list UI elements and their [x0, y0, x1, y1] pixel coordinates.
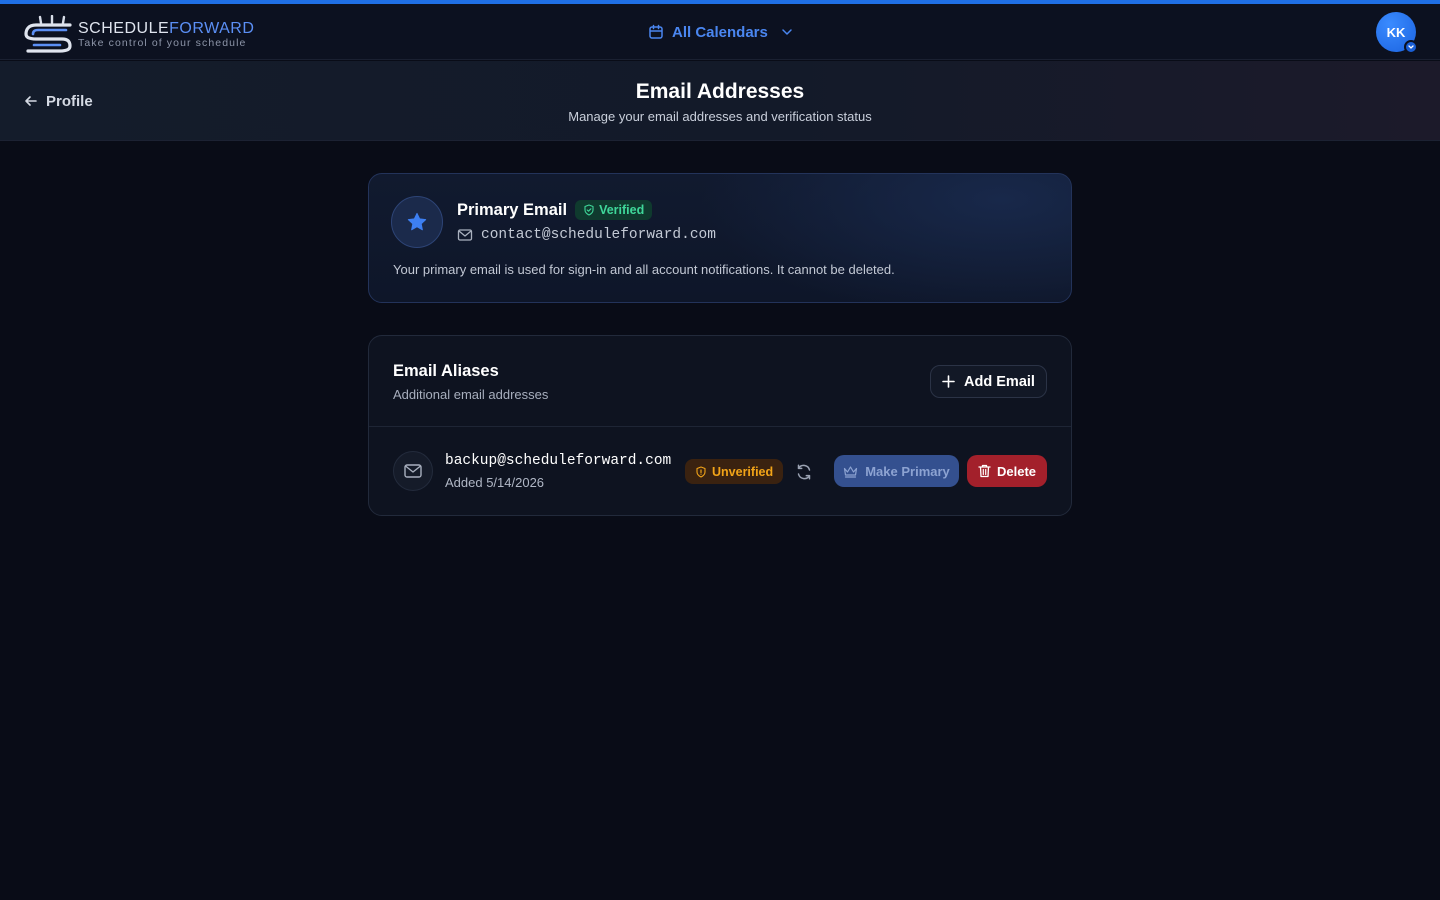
avatar-menu-chevron-icon	[1404, 40, 1418, 54]
trash-icon	[978, 464, 991, 478]
shield-check-icon	[584, 204, 594, 216]
calendar-icon	[649, 24, 663, 39]
plus-icon	[942, 375, 955, 388]
aliases-title: Email Aliases	[393, 362, 499, 380]
primary-email-card: Primary Email Verified contact@schedulef…	[368, 173, 1072, 303]
delete-button[interactable]: Delete	[967, 455, 1047, 487]
mail-icon	[457, 229, 473, 241]
calendar-switcher[interactable]: All Calendars	[648, 22, 794, 42]
unverified-badge: Unverified	[685, 459, 784, 484]
email-aliases-card: Email Aliases Additional email addresses…	[368, 335, 1072, 516]
star-icon	[391, 196, 443, 248]
primary-email-note: Your primary email is used for sign-in a…	[393, 262, 895, 277]
make-primary-button[interactable]: Make Primary	[834, 455, 959, 487]
verified-badge: Verified	[575, 200, 653, 220]
page-subtitle: Manage your email addresses and verifica…	[568, 109, 872, 124]
app-logo[interactable]: SCHEDULEFORWARD Take control of your sch…	[22, 14, 254, 54]
alias-added-date: Added 5/14/2026	[445, 475, 545, 490]
resend-verification-button[interactable]	[792, 461, 816, 483]
unverified-badge-label: Unverified	[712, 464, 774, 479]
refresh-icon	[797, 464, 811, 480]
aliases-subtitle: Additional email addresses	[393, 387, 549, 402]
user-avatar[interactable]: KK	[1376, 12, 1418, 54]
delete-label: Delete	[996, 463, 1037, 479]
calendar-switcher-label: All Calendars	[672, 23, 768, 41]
page-title: Email Addresses	[635, 80, 805, 103]
aliases-header: Email Aliases Additional email addresses…	[369, 336, 1071, 427]
app-name: SCHEDULEFORWARD	[78, 19, 255, 37]
verified-badge-label: Verified	[599, 203, 645, 217]
logo-mark	[24, 15, 72, 53]
primary-email-title: Primary Email	[457, 200, 568, 219]
app-tagline: Take control of your schedule	[78, 36, 247, 49]
primary-email-address: contact@scheduleforward.com	[481, 227, 716, 243]
add-email-label: Add Email	[964, 373, 1035, 390]
list-item: backup@scheduleforward.com Added 5/14/20…	[369, 428, 1071, 516]
mail-icon	[393, 451, 433, 491]
top-navigation-bar: SCHEDULEFORWARD Take control of your sch…	[0, 4, 1440, 60]
page-header: Profile Email Addresses Manage your emai…	[0, 61, 1440, 141]
shield-alert-icon	[696, 465, 706, 478]
make-primary-label: Make Primary	[865, 463, 950, 479]
alias-email-address: backup@scheduleforward.com	[445, 453, 672, 469]
crown-icon	[844, 465, 858, 478]
avatar-initials: KK	[1386, 24, 1406, 40]
chevron-down-icon	[782, 29, 792, 35]
add-email-button[interactable]: Add Email	[930, 365, 1047, 398]
